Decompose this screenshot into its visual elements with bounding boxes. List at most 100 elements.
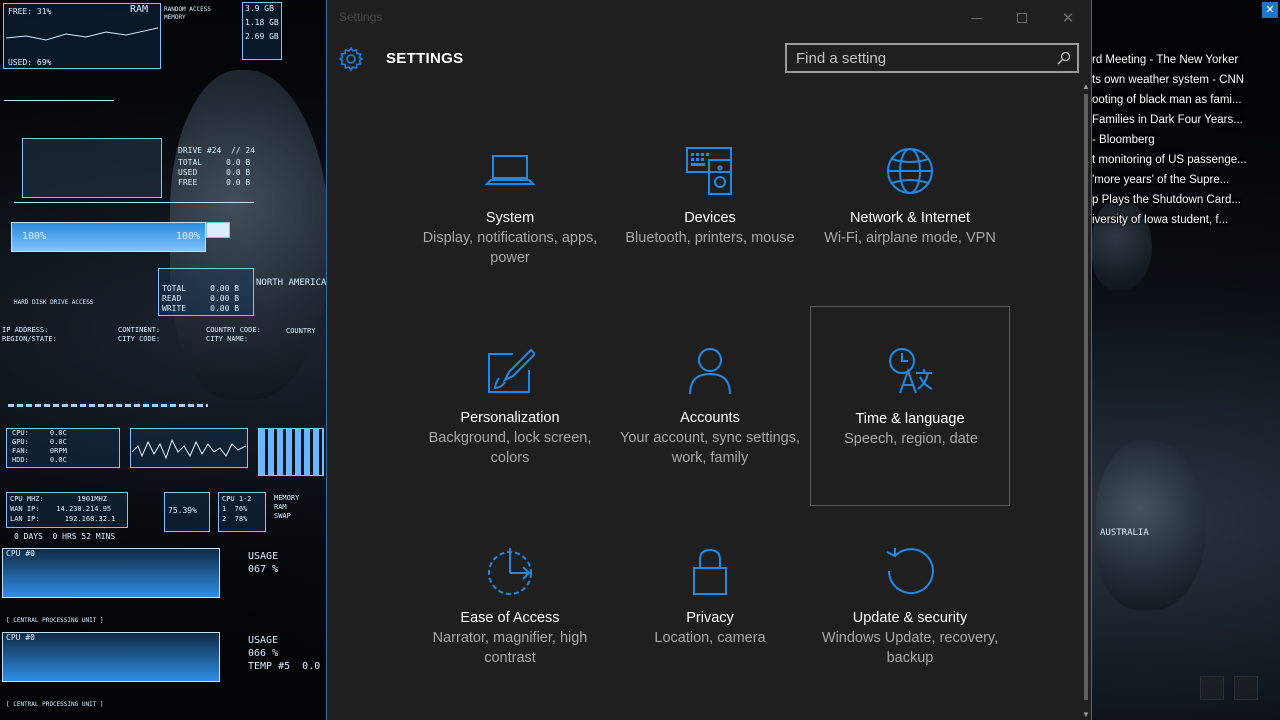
tile-description: Display, notifications, apps, power: [422, 230, 598, 266]
tile-title: Update & security: [852, 610, 968, 626]
tile-title: Network & Internet: [849, 210, 971, 226]
news-headline[interactable]: - Bloomberg: [1092, 130, 1280, 150]
lock-icon: [693, 548, 727, 595]
usage-1: USAGE 067 %: [248, 551, 279, 575]
tile-description: Windows Update, recovery, backup: [821, 630, 999, 666]
news-headline[interactable]: rd Meeting - The New Yorker: [1092, 50, 1280, 70]
search-icon[interactable]: [1057, 51, 1071, 65]
tile-title: Privacy: [686, 610, 734, 626]
ram-used-label: USED: 69%: [8, 58, 52, 67]
tile-description: Narrator, magnifier, high contrast: [432, 630, 588, 666]
refresh-icon: [886, 548, 934, 595]
tile-description: Bluetooth, printers, mouse: [625, 230, 795, 246]
cpu-cores: CPU 1-2 1 76% 2 78%: [222, 495, 252, 523]
country-code-labels: COUNTRY CODE: CITY NAME:: [206, 326, 261, 343]
memory-labels: MEMORY RAM SWAP: [274, 494, 300, 520]
tile-system[interactable]: System Display, notifications, apps, pow…: [410, 106, 610, 306]
close-button[interactable]: ✕: [1045, 4, 1091, 32]
hud-overlay: FREE: 31% USED: 69% RAM RANDOM ACCESS ME…: [0, 0, 326, 720]
australia-label: AUSTRALIA: [1100, 528, 1149, 538]
news-headline[interactable]: t monitoring of US passenge...: [1092, 150, 1280, 170]
page-title: SETTINGS: [386, 50, 464, 67]
news-headline[interactable]: ts own weather system - CNN: [1092, 70, 1280, 90]
tile-title: Devices: [684, 210, 736, 226]
news-headline[interactable]: 'more years' of the Supre...: [1092, 170, 1280, 190]
scroll-up-icon[interactable]: ▲: [1082, 82, 1090, 91]
progress-arrow: [206, 222, 230, 238]
news-headline[interactable]: iversity of Iowa student, f...: [1092, 210, 1280, 230]
hud-dashed-line: [8, 404, 208, 407]
tile-title: Personalization: [460, 410, 560, 426]
tile-title: Time & language: [855, 411, 965, 427]
progress-left-label: 100%: [22, 231, 47, 242]
cpu-graph-2-caption: [ CENTRAL PROCESSING UNIT ]: [6, 701, 104, 708]
ram-free-label: FREE: 31%: [8, 7, 52, 16]
continent-labels: CONTINENT: CITY CODE:: [118, 326, 161, 343]
search-box[interactable]: [785, 43, 1079, 73]
person-icon: [689, 348, 731, 395]
usage-2: USAGE 066 % TEMP #5 0.0: [248, 635, 321, 672]
tile-description: Background, lock screen, colors: [428, 430, 592, 466]
news-headline[interactable]: p Plays the Shutdown Card...: [1092, 190, 1280, 210]
settings-header: SETTINGS: [327, 40, 1091, 76]
tile-time-language[interactable]: Time & language Speech, region, date: [810, 306, 1010, 506]
ram-value-1: 3.9 GB: [245, 4, 274, 13]
news-headline[interactable]: ooting of black man as fami...: [1092, 90, 1280, 110]
ram-title: RAM: [130, 4, 149, 15]
maximize-button[interactable]: [999, 4, 1045, 32]
minimize-button[interactable]: [953, 4, 999, 32]
tile-title: Ease of Access: [460, 610, 560, 626]
search-input[interactable]: [787, 45, 1047, 71]
drive-title: DRIVE #24 // 24: [178, 146, 256, 155]
tile-privacy[interactable]: Privacy Location, camera: [610, 506, 810, 706]
tile-network-internet[interactable]: Network & Internet Wi-Fi, airplane mode,…: [810, 106, 1010, 306]
waveform-graph: [132, 438, 246, 460]
maximize-icon: [1017, 13, 1027, 23]
scroll-down-icon[interactable]: ▼: [1082, 710, 1090, 719]
widget-controls: [1200, 676, 1258, 700]
news-headline[interactable]: Families in Dark Four Years...: [1092, 110, 1280, 130]
hdd-rows: TOTAL 0.00 B READ 0.00 B WRITE 0.00 B: [162, 284, 240, 313]
ram-graph: [6, 27, 158, 41]
tile-description: Location, camera: [654, 630, 766, 646]
hud-divider-2: [14, 202, 254, 203]
tile-title: Accounts: [680, 410, 740, 426]
cpu-graph-2-label: CPU #0: [6, 633, 35, 642]
tile-description: Wi-Fi, airplane mode, VPN: [824, 230, 996, 246]
tile-accounts[interactable]: Accounts Your account, sync settings, wo…: [610, 306, 810, 506]
progress-right-label: 100%: [176, 231, 201, 242]
laptop-icon: [485, 155, 535, 185]
pause-button[interactable]: [1200, 676, 1224, 700]
network-text: CPU MHZ: 1901MHZ WAN IP: 14.230.214.95 L…: [10, 495, 116, 523]
devices-icon: [686, 147, 732, 195]
scroll-thumb[interactable]: [1084, 94, 1088, 700]
widget-close-button[interactable]: ✕: [1262, 2, 1278, 18]
cpu-graph-1-caption: [ CENTRAL PROCESSING UNIT ]: [6, 617, 104, 624]
ram-value-2: 1.18 GB: [245, 18, 279, 27]
tile-ease-of-access[interactable]: Ease of Access Narrator, magnifier, high…: [410, 506, 610, 706]
news-feed-widget: rd Meeting - The New Yorker ts own weathe…: [1092, 50, 1280, 230]
close-icon: ✕: [1061, 9, 1075, 27]
picture-button[interactable]: [1234, 676, 1258, 700]
hud-divider: [4, 100, 114, 101]
drive-rows: TOTAL 0.0 B USED 0.0 B FREE 0.0 B: [178, 158, 251, 187]
settings-window: Settings ✕ SETTINGS ▲ ▼ System Display, …: [326, 0, 1092, 720]
cpu-pct: 75.39%: [168, 506, 197, 515]
globe-icon: [887, 148, 933, 194]
ram-caption: RANDOM ACCESS MEMORY: [164, 6, 211, 21]
ease-of-access-icon: [488, 548, 532, 595]
tile-devices[interactable]: Devices Bluetooth, printers, mouse: [610, 106, 810, 306]
clock-language-icon: [889, 348, 933, 394]
bars-panel: [258, 428, 324, 476]
minimize-icon: [970, 17, 982, 19]
ip-labels: IP ADDRESS: REGION/STATE:: [2, 326, 57, 343]
hdd-caption: HARD DISK DRIVE ACCESS: [14, 299, 94, 306]
title-bar[interactable]: Settings ✕: [327, 0, 1091, 36]
temps-text: CPU: 0.0C GPU: 0.0C FAN: 0RPM HDD: 0.0C: [12, 429, 67, 464]
scrollbar[interactable]: ▲ ▼: [1081, 82, 1091, 720]
tile-description: Speech, region, date: [844, 431, 978, 447]
gear-icon: [338, 46, 364, 72]
tile-personalization[interactable]: Personalization Background, lock screen,…: [410, 306, 610, 506]
tile-update-security[interactable]: Update & security Windows Update, recove…: [810, 506, 1010, 706]
north-america-label: NORTH AMERICA: [256, 278, 326, 288]
